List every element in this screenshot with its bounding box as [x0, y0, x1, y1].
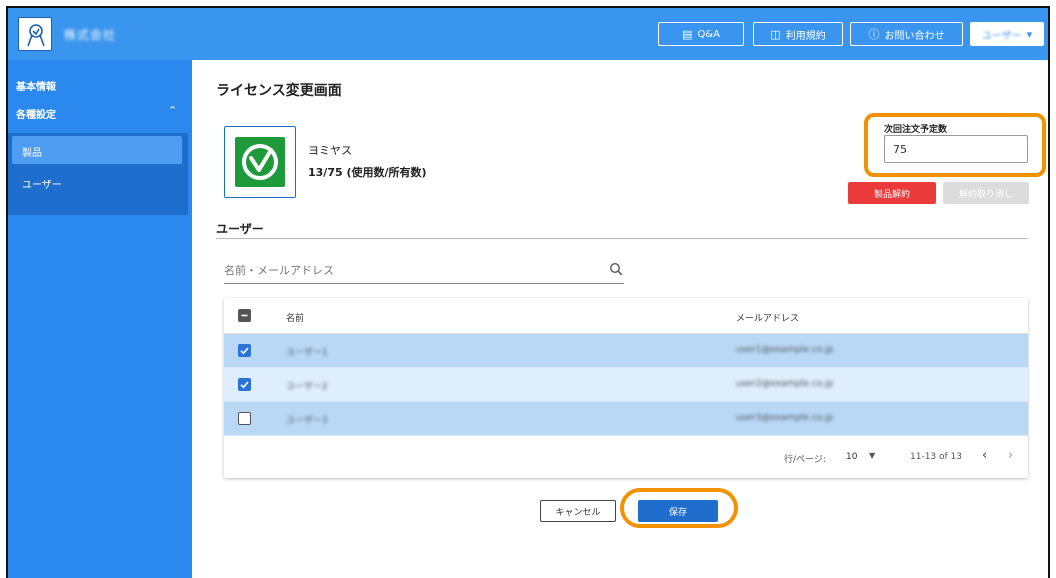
user-menu-label: ユーザー: [981, 30, 1022, 42]
chevron-up-icon[interactable]: ⌃: [168, 104, 177, 117]
table-header: 名前 メールアドレス: [224, 298, 1028, 334]
cell-name: ユーザー3: [286, 416, 328, 426]
sidebar: 基本情報 各種設定 ⌃ 製品 ユーザー: [8, 60, 192, 578]
cancel-license-button[interactable]: 製品解約: [848, 182, 936, 204]
search-icon[interactable]: [609, 262, 623, 276]
product-logo-icon: [235, 137, 285, 187]
sidebar-item-products[interactable]: 製品: [22, 144, 42, 159]
company-name: 株式会社: [64, 28, 117, 42]
help-circle-icon: ⓘ: [868, 27, 880, 41]
column-header-email[interactable]: メールアドレス: [736, 311, 799, 324]
user-menu-button[interactable]: ユーザー ▾: [970, 22, 1044, 46]
select-all-checkbox[interactable]: [238, 309, 251, 322]
search-input[interactable]: [224, 258, 594, 282]
next-order-input[interactable]: [884, 135, 1028, 163]
product-name: ヨミヤス: [308, 144, 352, 157]
cell-email: user3@example.co.jp: [736, 413, 834, 423]
table-row[interactable]: ユーザー1 user1@example.co.jp: [224, 334, 1028, 368]
terms-label: 利用規約: [785, 30, 826, 42]
row-checkbox[interactable]: [238, 378, 251, 391]
cell-email: user2@example.co.jp: [736, 379, 834, 389]
product-usage: 13/75 (使用数/所有数): [308, 166, 427, 179]
rows-per-page-select[interactable]: 10: [846, 452, 857, 462]
contact-button[interactable]: ⓘ お問い合わせ: [850, 22, 963, 46]
caret-down-icon[interactable]: ▼: [869, 451, 875, 460]
terms-button[interactable]: ◫ 利用規約: [753, 22, 843, 46]
book-icon: ▤: [682, 27, 693, 41]
app-logo[interactable]: [18, 17, 52, 51]
users-heading: ユーザー: [216, 222, 264, 236]
cell-name: ユーザー2: [286, 382, 328, 392]
page-range: 11-13 of 13: [910, 452, 963, 462]
logo-icon: [27, 24, 45, 47]
product-logo-frame: [224, 126, 296, 198]
next-order-label: 次回注文予定数: [884, 125, 948, 135]
cancel-button[interactable]: キャンセル: [540, 500, 616, 522]
rows-per-page-label: 行/ページ:: [784, 455, 826, 465]
app-frame: 株式会社 ▤ Q&A ◫ 利用規約 ⓘ お問い合わせ ユーザー ▾ 基本情報 各…: [6, 6, 1050, 578]
pagination: 行/ページ: 10 ▼ 11-13 of 13 ‹ ›: [224, 438, 1028, 478]
chevron-right-icon[interactable]: ›: [1008, 448, 1013, 463]
document-icon: ◫: [770, 27, 781, 41]
page-title: ライセンス変更画面: [216, 83, 342, 99]
sidebar-item-users[interactable]: ユーザー: [22, 176, 62, 191]
caret-down-icon: ▾: [1026, 27, 1033, 41]
user-search: [224, 258, 624, 284]
chevron-left-icon[interactable]: ‹: [982, 448, 987, 463]
table-row[interactable]: ユーザー2 user2@example.co.jp: [224, 368, 1028, 402]
users-table: 名前 メールアドレス ユーザー1 user1@example.co.jp ユーザ…: [224, 298, 1028, 478]
qa-button[interactable]: ▤ Q&A: [658, 22, 744, 46]
cell-email: user1@example.co.jp: [736, 345, 834, 355]
undo-cancellation-button[interactable]: 解約取り消し: [943, 182, 1029, 204]
save-button[interactable]: 保存: [638, 500, 718, 522]
row-checkbox[interactable]: [238, 412, 251, 425]
users-divider: [216, 238, 1028, 239]
header-bar: 株式会社 ▤ Q&A ◫ 利用規約 ⓘ お問い合わせ ユーザー ▾: [8, 8, 1048, 60]
row-checkbox[interactable]: [238, 344, 251, 357]
cell-name: ユーザー1: [286, 348, 328, 358]
sidebar-item-settings[interactable]: 各種設定: [16, 106, 56, 121]
sidebar-item-basic-info[interactable]: 基本情報: [16, 78, 56, 93]
contact-label: お問い合わせ: [884, 30, 945, 42]
table-row[interactable]: ユーザー3 user3@example.co.jp: [224, 402, 1028, 436]
qa-label: Q&A: [697, 28, 720, 40]
column-header-name[interactable]: 名前: [286, 311, 304, 324]
